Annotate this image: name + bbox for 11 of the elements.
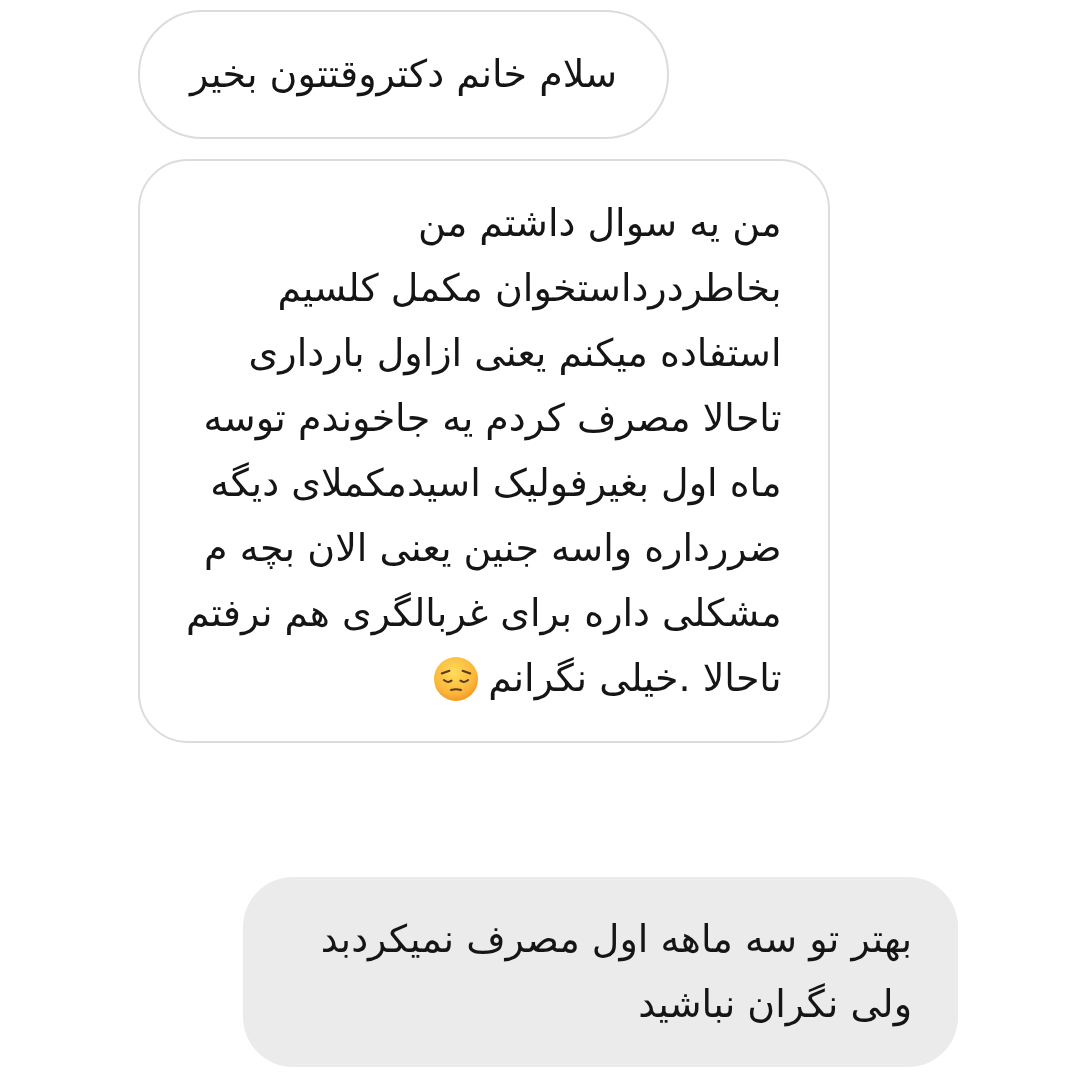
message-line: بخاطردرداستخوان مکمل کلسیم [277, 265, 782, 313]
message-line: ماه اول بغیرفولیک اسیدمکملای دیگه [210, 460, 782, 508]
message-line: من یه سوال داشتم من [418, 200, 782, 248]
message-line: ولی نگران نباشید [638, 981, 912, 1029]
message-line: تاحالا .خیلی نگرانم [488, 655, 782, 703]
message-line: استفاده میکنم یعنی ازاول بارداری [248, 330, 782, 378]
message-line: سلام خانم دکتروقتتون بخیر [190, 51, 618, 99]
message-line: ضررداره واسه جنین یعنی الان بچه م [204, 525, 782, 573]
message-line: تاحالا مصرف کردم یه جاخوندم توسه [203, 395, 782, 443]
message-line: مشکلی داره برای غربالگری هم نرفتم [186, 590, 782, 638]
message-line: بهتر تو سه ماهه اول مصرف نمیکردبد [320, 916, 912, 964]
